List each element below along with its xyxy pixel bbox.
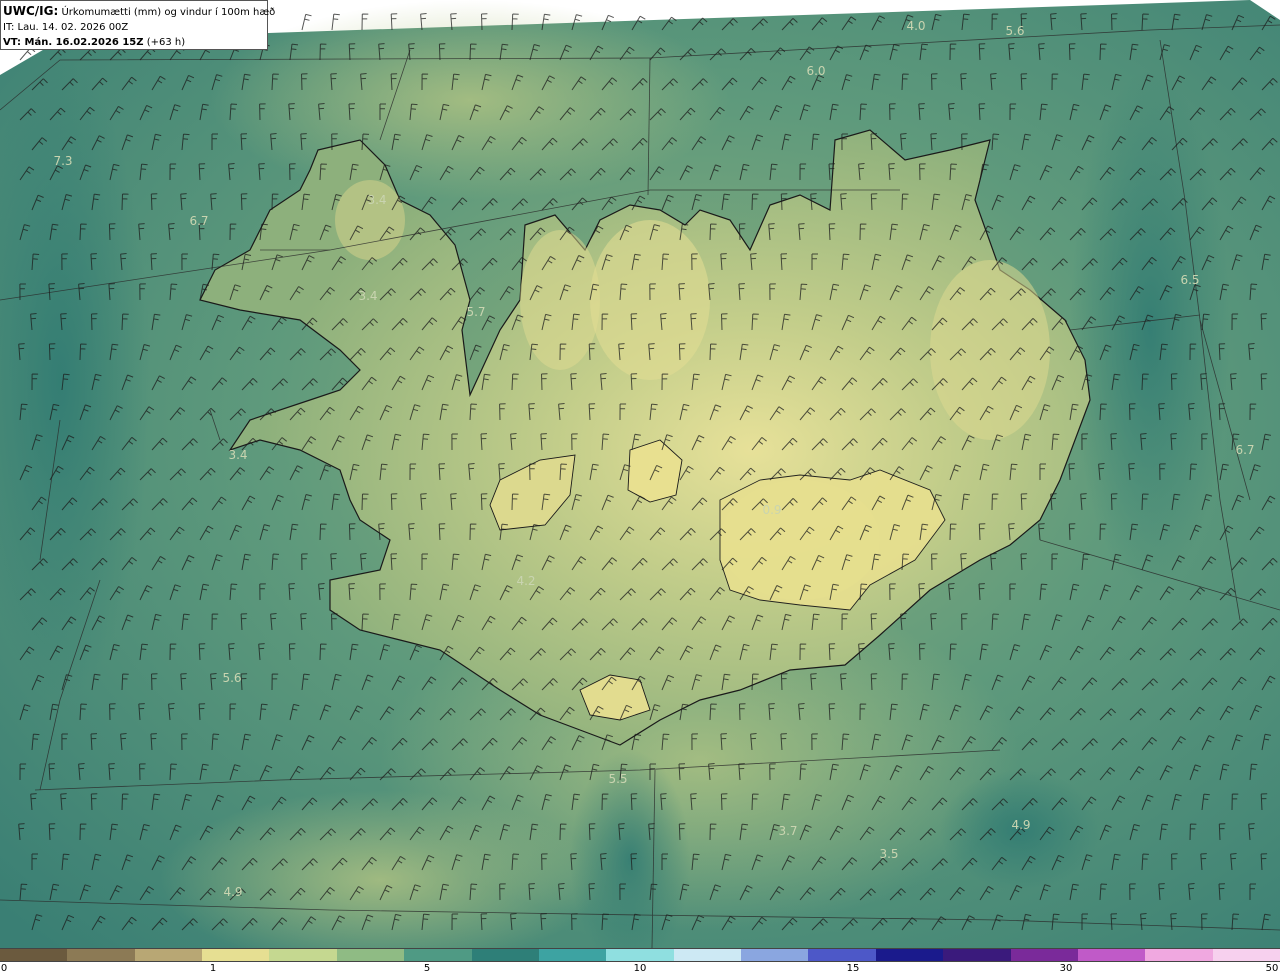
map-title: Úrkomumætti (mm) og vindur í 100m hæð [61, 7, 276, 18]
precip-label: 4.9 [1011, 818, 1031, 832]
colorbar-segment [673, 949, 743, 961]
colorbar-segment [875, 949, 945, 961]
precip-label: 5.7 [466, 305, 486, 319]
colorbar-segment [538, 949, 608, 961]
colorbar-segment [741, 949, 810, 961]
colorbar-segment [808, 949, 877, 961]
colorbar-segment [336, 949, 406, 961]
map-info-box: UWC/IG: Úrkomumætti (mm) og vindur í 100… [0, 0, 275, 50]
precip-label: 4.0 [906, 19, 926, 33]
colorbar-segment [1010, 949, 1079, 961]
precip-label: 6.5 [1180, 273, 1200, 287]
precip-label: 6.0 [806, 64, 826, 78]
initial-time: IT: Lau. 14. 02. 2026 00Z [3, 22, 129, 33]
colorbar-segment [1077, 949, 1147, 961]
precip-label: 5.5 [608, 772, 628, 786]
colorbar-segment [67, 949, 136, 961]
colorbar-tick-label: 0 [0, 963, 8, 974]
map-canvas [0, 0, 1280, 948]
colorbar-tick-label: 10 [633, 963, 647, 974]
valid-time-line: VT: Mán. 16.02.2026 15Z (+63 h) [3, 35, 267, 50]
precip-label: 3.5 [879, 847, 899, 861]
precip-label: 4.2 [516, 574, 536, 588]
colorbar-segment [1212, 949, 1280, 961]
product-name: UWC/IG: [3, 4, 59, 18]
weather-map[interactable] [0, 0, 1280, 948]
precip-label: 3.4 [367, 193, 387, 207]
colorbar-tick-label: 5 [423, 963, 431, 974]
colorbar-tick-label: 50 [1265, 963, 1279, 974]
valid-time: VT: Mán. 16.02.2026 15Z [3, 37, 144, 48]
precip-label: 3.4 [228, 448, 248, 462]
forecast-hour: (+63 h) [146, 37, 186, 48]
colorbar-segment [404, 949, 473, 961]
precip-label: 5.6 [222, 671, 242, 685]
precip-label: 3.4 [358, 289, 378, 303]
precip-label: 6.7 [189, 214, 209, 228]
precip-label: 3.7 [778, 824, 798, 838]
colorbar-segment [0, 949, 69, 961]
colorbar-segment [269, 949, 338, 961]
precip-label: 6.7 [1235, 443, 1255, 457]
colorbar-tick-label: 1 [209, 963, 217, 974]
colorbar-tick-label: 15 [846, 963, 860, 974]
colorbar-segment [202, 949, 271, 961]
colorbar-tick-label: 30 [1059, 963, 1073, 974]
colorbar-segment [134, 949, 204, 961]
precip-label: 4.9 [223, 885, 243, 899]
precip-label: 5.6 [1005, 24, 1025, 38]
colorbar-segment [943, 949, 1012, 961]
colorbar-segment [471, 949, 540, 961]
precip-label: 0.9 [762, 503, 782, 517]
colorbar-segment [1145, 949, 1214, 961]
colorbar-segment [606, 949, 675, 961]
precip-colorbar [0, 948, 1280, 962]
title-line: UWC/IG: Úrkomumætti (mm) og vindur í 100… [3, 4, 275, 20]
precip-label: 7.3 [53, 154, 73, 168]
